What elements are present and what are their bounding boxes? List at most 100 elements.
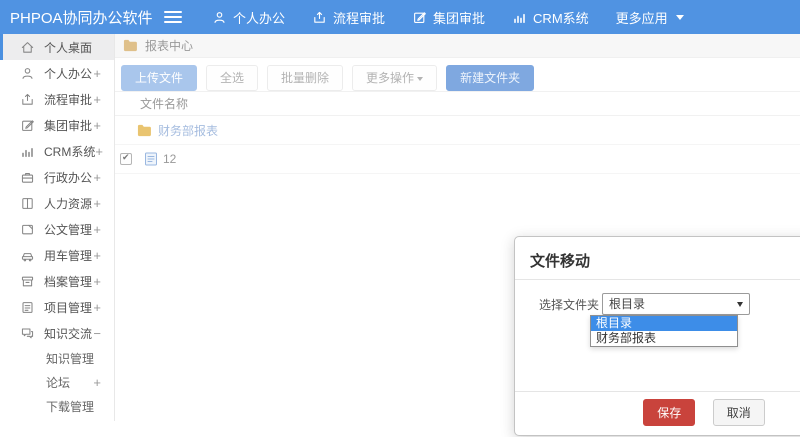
expand-icon[interactable]: + [93, 222, 101, 237]
more-actions-button[interactable]: 更多操作 [352, 65, 438, 91]
expand-icon[interactable]: + [93, 375, 101, 390]
expand-icon[interactable]: + [93, 248, 101, 263]
sidebar-subitem-forum[interactable]: 论坛 + [0, 370, 114, 394]
sidebar-item-workflow-approval[interactable]: 流程审批 + [0, 86, 114, 112]
caret-down-icon [675, 14, 684, 20]
select-all-button[interactable]: 全选 [206, 65, 259, 91]
sidebar-item-personal-desktop[interactable]: 个人桌面 [0, 34, 114, 60]
collapse-icon[interactable]: − [93, 326, 101, 341]
table-row-folder[interactable]: 财务部报表 [115, 116, 800, 145]
row-checkbox[interactable] [120, 152, 132, 165]
topnav-label: 流程审批 [333, 10, 386, 26]
modal-title: 文件移动 [530, 253, 591, 270]
sidebar-item-label: 集团审批 [44, 118, 93, 133]
bar-chart-icon [512, 10, 527, 25]
folder-select-dropdown[interactable]: 根目录 [602, 293, 751, 315]
sidebar-item-personal-office[interactable]: 个人办公 + [0, 60, 114, 86]
process-icon [312, 10, 327, 25]
car-icon [20, 248, 35, 263]
sidebar-item-project-mgmt[interactable]: 项目管理 + [0, 294, 114, 320]
table-row-file[interactable]: 12 [115, 145, 800, 174]
file-icon [144, 152, 158, 166]
sidebar-item-label: 个人办公 [44, 66, 93, 81]
cancel-button[interactable]: 取消 [712, 399, 765, 426]
folder-icon [137, 124, 152, 137]
sidebar-item-hr[interactable]: 人力资源 + [0, 190, 114, 216]
bar-chart-icon [20, 144, 35, 159]
expand-icon[interactable]: + [95, 144, 103, 159]
sidebar-subitem-knowledge-mgmt[interactable]: 知识管理 [0, 346, 114, 370]
sidebar-item-knowledge-exchange[interactable]: 知识交流 − [0, 320, 114, 346]
sidebar-item-label: 个人桌面 [44, 40, 93, 55]
user-icon [212, 10, 227, 25]
sidebar-item-label: 人力资源 [44, 196, 93, 211]
option-finance-reports[interactable]: 财务部报表 [591, 331, 737, 346]
breadcrumb: 报表中心 [115, 34, 800, 58]
sidebar-item-label: 档案管理 [44, 274, 93, 289]
topnav-group-approval[interactable]: 集团审批 [412, 8, 485, 27]
sidebar-subitem-label: 论坛 [46, 375, 71, 390]
user-icon [20, 66, 35, 81]
chat-icon [20, 326, 35, 341]
sidebar-item-crm[interactable]: CRM系统 + [0, 138, 114, 164]
top-header-bar: PHPOA协同办公软件 个人办公 流程审批 集团审批 CRM系统 更多应用 [0, 0, 800, 34]
expand-icon[interactable]: + [93, 170, 101, 185]
topnav-label: 集团审批 [433, 10, 486, 26]
sidebar-subitem-label: 下载管理 [46, 399, 95, 414]
briefcase-icon [20, 170, 35, 185]
app-logo: PHPOA协同办公软件 [10, 9, 153, 27]
expand-icon[interactable]: + [93, 92, 101, 107]
topnav-crm-system[interactable]: CRM系统 [512, 8, 589, 27]
edit-icon [20, 118, 35, 133]
expand-icon[interactable]: + [93, 196, 101, 211]
folder-icon [123, 39, 138, 52]
sidebar-item-label: CRM系统 [44, 144, 96, 159]
sidebar-item-label: 用车管理 [44, 248, 93, 263]
topnav-workflow-approval[interactable]: 流程审批 [312, 8, 385, 27]
batch-delete-button[interactable]: 批量删除 [267, 65, 344, 91]
topnav-label: 更多应用 [615, 10, 668, 26]
topnav-label: CRM系统 [533, 10, 589, 26]
topnav-more-apps[interactable]: 更多应用 [616, 8, 684, 27]
folder-options-list: 根目录 财务部报表 [590, 315, 738, 347]
toolbar: 上传文件 全选 批量删除 更多操作 新建文件夹 [115, 58, 800, 91]
document-icon [20, 222, 35, 237]
file-name-text[interactable]: 12 [163, 152, 176, 166]
expand-icon[interactable]: + [93, 118, 101, 133]
home-icon [20, 40, 35, 55]
option-root-directory[interactable]: 根目录 [591, 316, 737, 331]
sidebar-item-label: 流程审批 [44, 92, 93, 107]
save-button[interactable]: 保存 [643, 399, 696, 426]
file-move-modal: 文件移动 选择文件夹 根目录 根目录 财务部报表 保存 取消 [514, 236, 800, 436]
upload-file-button[interactable]: 上传文件 [121, 65, 198, 91]
sidebar-item-vehicle-mgmt[interactable]: 用车管理 + [0, 242, 114, 268]
file-table: 文件名称 财务部报表 12 [115, 91, 800, 174]
expand-icon[interactable]: + [93, 66, 101, 81]
topnav-label: 个人办公 [233, 10, 286, 26]
new-folder-button[interactable]: 新建文件夹 [446, 65, 535, 91]
modal-body: 选择文件夹 根目录 根目录 财务部报表 [515, 280, 800, 390]
sidebar-item-archive-mgmt[interactable]: 档案管理 + [0, 268, 114, 294]
sidebar-item-group-approval[interactable]: 集团审批 + [0, 112, 114, 138]
expand-icon[interactable]: + [93, 300, 101, 315]
edit-icon [412, 10, 427, 25]
clipboard-icon [20, 300, 35, 315]
process-icon [20, 92, 35, 107]
sidebar-subitem-download-mgmt[interactable]: 下载管理 [0, 394, 114, 418]
caret-down-icon [417, 76, 424, 81]
sidebar-item-label: 公文管理 [44, 222, 93, 237]
sidebar-item-admin-office[interactable]: 行政办公 + [0, 164, 114, 190]
breadcrumb-title: 报表中心 [145, 39, 194, 53]
menu-toggle-icon[interactable] [164, 11, 182, 23]
topnav-personal-office[interactable]: 个人办公 [212, 8, 285, 27]
top-navigation: 个人办公 流程审批 集团审批 CRM系统 更多应用 [212, 8, 684, 27]
more-actions-label: 更多操作 [366, 71, 415, 85]
archive-icon [20, 274, 35, 289]
sidebar-item-label: 项目管理 [44, 300, 93, 315]
caret-down-icon [737, 302, 744, 307]
sidebar-item-document-mgmt[interactable]: 公文管理 + [0, 216, 114, 242]
folder-select-label: 选择文件夹 [539, 297, 600, 312]
expand-icon[interactable]: + [93, 274, 101, 289]
selected-option-text: 根目录 [609, 297, 646, 311]
folder-name-link[interactable]: 财务部报表 [158, 122, 218, 139]
